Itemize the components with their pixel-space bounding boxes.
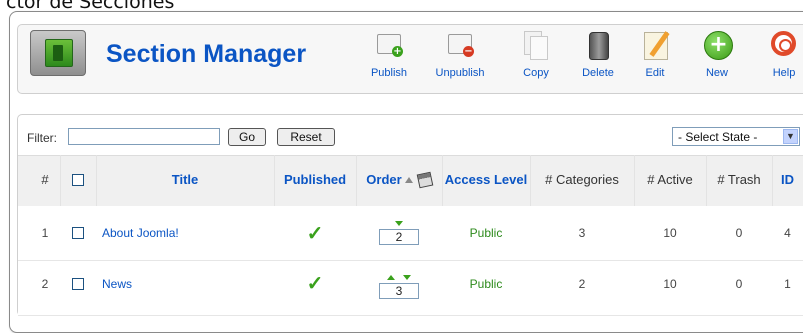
col-categories: # Categories: [545, 172, 619, 187]
col-trash: # Trash: [717, 172, 761, 187]
delete-button[interactable]: Delete: [570, 30, 626, 88]
trash-icon: [583, 30, 613, 60]
row-active: 10: [663, 276, 677, 291]
row-active: 10: [663, 226, 677, 240]
edit-button[interactable]: Edit: [627, 30, 683, 88]
row-number: 2: [41, 276, 49, 291]
chevron-down-icon[interactable]: ▼: [783, 129, 798, 144]
col-order-label: Order: [366, 172, 402, 187]
row-trash: 0: [735, 226, 743, 240]
state-select[interactable]: - Select State - ▼: [672, 127, 800, 146]
col-published[interactable]: Published: [274, 155, 356, 205]
row-checkbox[interactable]: [72, 277, 84, 290]
col-number: #: [41, 172, 49, 187]
filter-input[interactable]: [68, 128, 220, 145]
row-categories: 2: [578, 276, 586, 291]
row-id: 1: [784, 276, 791, 291]
move-up-icon[interactable]: [387, 275, 395, 280]
row-checkbox-cell: [60, 206, 96, 260]
col-order[interactable]: Order: [356, 155, 442, 205]
state-select-value: - Select State -: [678, 130, 758, 144]
publish-button[interactable]: + Publish: [361, 30, 417, 88]
move-down-icon[interactable]: [403, 275, 411, 280]
row-order-cell: 3: [356, 261, 442, 306]
row-order-cell: 2: [356, 206, 442, 260]
section-manager-icon: [30, 30, 86, 76]
new-button[interactable]: + New: [689, 30, 745, 88]
col-active: # Active: [647, 172, 693, 187]
sort-ascending-icon: [404, 177, 413, 183]
row-title-link[interactable]: News: [102, 277, 132, 291]
copy-icon: [521, 30, 551, 60]
unpublish-button[interactable]: − Unpublish: [432, 30, 488, 88]
help-button[interactable]: Help: [756, 30, 803, 88]
publish-icon: +: [374, 30, 404, 60]
row-title-cell: About Joomla!: [102, 206, 272, 260]
order-input[interactable]: 2: [379, 229, 419, 245]
row-title-link[interactable]: About Joomla!: [102, 226, 179, 240]
row-number: 1: [41, 226, 49, 240]
col-title[interactable]: Title: [96, 155, 274, 205]
save-order-icon[interactable]: [416, 171, 434, 189]
col-select-all: [60, 155, 96, 205]
access-level-link[interactable]: Public: [442, 261, 530, 306]
published-check-icon: ✓: [306, 273, 324, 295]
published-toggle[interactable]: ✓: [274, 261, 356, 306]
edit-icon: [640, 30, 670, 60]
row-title-cell: News: [102, 261, 272, 306]
copy-button[interactable]: Copy: [508, 30, 564, 88]
move-down-icon[interactable]: [395, 221, 403, 226]
row-checkbox[interactable]: [72, 227, 84, 239]
page-title: Section Manager: [106, 40, 307, 68]
unpublish-icon: −: [445, 30, 475, 60]
go-button[interactable]: Go: [228, 128, 266, 146]
col-id[interactable]: ID: [772, 155, 803, 205]
published-check-icon: ✓: [306, 222, 324, 245]
select-all-checkbox[interactable]: [72, 174, 84, 186]
access-level-link[interactable]: Public: [442, 206, 530, 260]
row-categories: 3: [578, 226, 586, 240]
row-checkbox-cell: [60, 261, 96, 306]
row-trash: 0: [735, 276, 743, 291]
new-icon: +: [702, 30, 733, 60]
published-toggle[interactable]: ✓: [274, 206, 356, 260]
filter-label: Filter:: [27, 131, 57, 145]
reset-button[interactable]: Reset: [277, 128, 335, 146]
help-icon: [769, 30, 799, 60]
col-access-level[interactable]: Access Level: [442, 155, 530, 205]
row-id: 4: [784, 226, 791, 240]
order-input[interactable]: 3: [379, 283, 419, 299]
